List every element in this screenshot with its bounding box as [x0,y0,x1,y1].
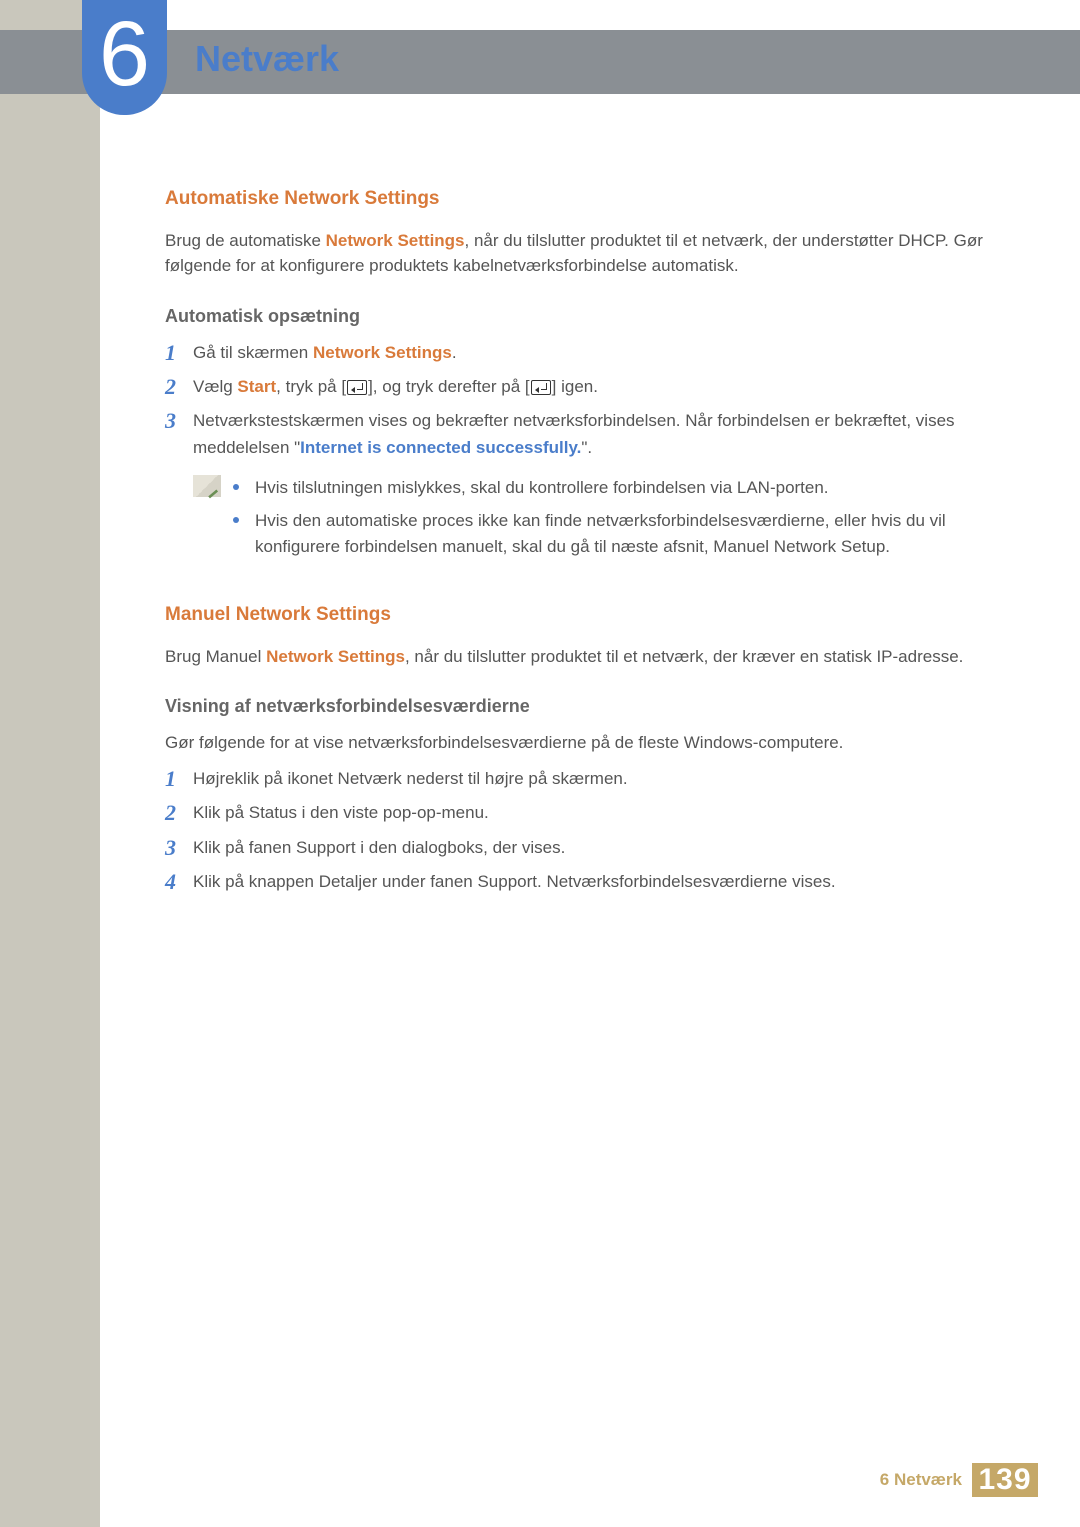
step-item: 2 Klik på Status i den viste pop-op-menu… [165,800,983,826]
bullet-text: Hvis den automatiske proces ikke kan fin… [255,508,983,559]
text: Gå til skærmen [193,343,313,362]
note-icon-wrap [193,475,233,568]
enter-icon [347,380,367,395]
chapter-title: Netværk [195,38,339,80]
left-decorative-stripe [0,0,100,1527]
text: , tryk på [ [276,377,346,396]
keyword-network-settings: Network Settings [313,343,452,362]
text: ". [581,438,592,457]
chapter-badge: 6 [82,0,167,115]
bullet-dot-icon [233,517,239,523]
manual-sub-paragraph: Gør følgende for at vise netværksforbind… [165,730,983,756]
step-text: Klik på knappen Detaljer under fanen Sup… [193,869,983,895]
text: Brug de automatiske [165,231,326,250]
step-number: 3 [165,408,193,433]
step-number: 1 [165,766,193,791]
enter-icon [531,380,551,395]
step-item: 3 Klik på fanen Support i den dialogboks… [165,835,983,861]
step-item: 1 Højreklik på ikonet Netværk nederst ti… [165,766,983,792]
subheading-auto-setup: Automatisk opsætning [165,303,983,330]
text: ], og tryk derefter på [ [368,377,530,396]
section-manual: Manuel Network Settings Brug Manuel Netw… [165,601,983,895]
keyword-network-settings: Network Settings [326,231,465,250]
manual-steps-list: 1 Højreklik på ikonet Netværk nederst ti… [165,766,983,895]
step-text: Vælg Start, tryk på [ ], og tryk derefter… [193,374,983,400]
step-number: 3 [165,835,193,860]
heading-auto-network: Automatiske Network Settings [165,185,983,214]
keyword-connected-msg: Internet is connected successfully. [300,438,581,457]
text: , når du tilslutter produktet til et net… [405,647,963,666]
text: . [452,343,457,362]
manual-intro-paragraph: Brug Manuel Network Settings, når du til… [165,644,983,670]
subheading-view-values: Visning af netværksforbindelsesværdierne [165,693,983,720]
step-number: 2 [165,800,193,825]
keyword-start: Start [237,377,276,396]
step-text: Gå til skærmen Network Settings. [193,340,983,366]
note-icon [193,475,221,497]
step-item: 3 Netværkstestskærmen vises og bekræfter… [165,408,983,461]
text: Brug Manuel [165,647,266,666]
footer: 6 Netværk 139 [0,1463,1080,1497]
bullet-item: Hvis den automatiske proces ikke kan fin… [233,508,983,559]
footer-page-number: 139 [972,1463,1038,1497]
chapter-number: 6 [99,8,150,100]
note-block: Hvis tilslutningen mislykkes, skal du ko… [193,475,983,568]
step-item: 1 Gå til skærmen Network Settings. [165,340,983,366]
heading-manual-network: Manuel Network Settings [165,601,983,630]
step-text: Klik på Status i den viste pop-op-menu. [193,800,983,826]
bullet-text: Hvis tilslutningen mislykkes, skal du ko… [255,475,983,501]
text: Vælg [193,377,237,396]
step-text: Højreklik på ikonet Netværk nederst til … [193,766,983,792]
keyword-network-settings: Network Settings [266,647,405,666]
step-number: 1 [165,340,193,365]
page-content: Automatiske Network Settings Brug de aut… [165,185,983,903]
note-bullets: Hvis tilslutningen mislykkes, skal du ko… [233,475,983,568]
step-number: 2 [165,374,193,399]
bullet-dot-icon [233,484,239,490]
auto-intro-paragraph: Brug de automatiske Network Settings, nå… [165,228,983,279]
auto-steps-list: 1 Gå til skærmen Network Settings. 2 Væl… [165,340,983,461]
step-text: Klik på fanen Support i den dialogboks, … [193,835,983,861]
bullet-item: Hvis tilslutningen mislykkes, skal du ko… [233,475,983,501]
step-text: Netværkstestskærmen vises og bekræfter n… [193,408,983,461]
footer-label: 6 Netværk [880,1470,962,1490]
step-item: 4 Klik på knappen Detaljer under fanen S… [165,869,983,895]
text: ] igen. [552,377,598,396]
step-item: 2 Vælg Start, tryk på [ ], og tryk dereft… [165,374,983,400]
step-number: 4 [165,869,193,894]
